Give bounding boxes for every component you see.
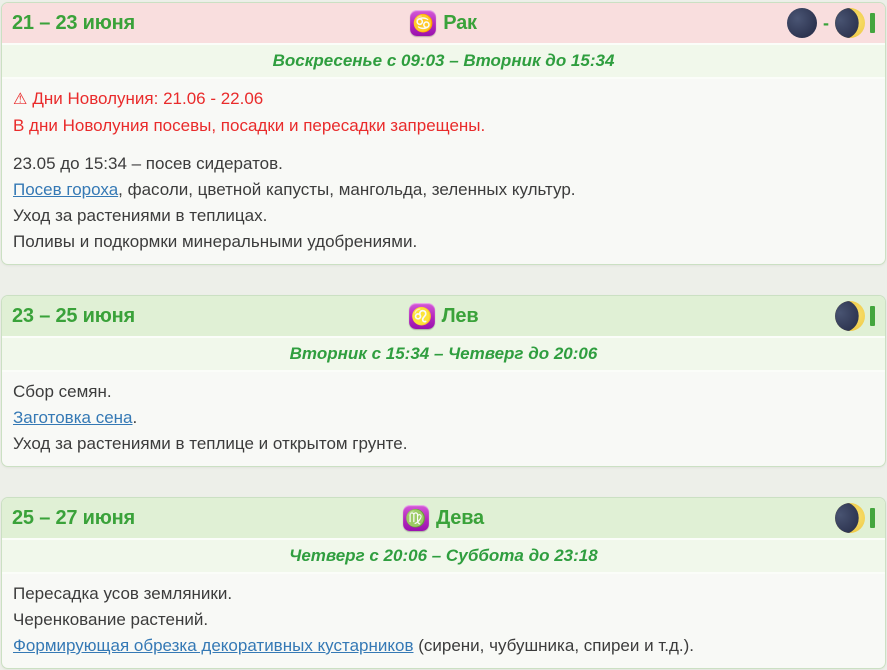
card-body: Сбор семян. Заготовка сена. Уход за растен… [2,372,885,466]
body-text: Уход за растениями в теплицах. [13,206,267,225]
body-line: Уход за растениями в теплице и открытом … [13,431,874,457]
date-range: 25 – 27 июня [12,507,135,530]
moon-phase-group: - [477,8,875,38]
zodiac-name: Рак [443,12,477,35]
card-header: 25 – 27 июня ♍ Дева [2,498,885,538]
zodiac-group: ♍ Дева [403,505,484,531]
calendar-card: 21 – 23 июня ♋ Рак - Воскресенье с 09:03… [1,2,886,265]
body-line: Пересадка усов земляники. [13,581,874,607]
body-text: 23.05 до 15:34 – посев сидератов. [13,154,283,173]
body-line: Формирующая обрезка декоративных кустарн… [13,633,874,659]
warning-icon: ⚠ [13,91,27,108]
body-line: Посев гороха, фасоли, цветной капусты, м… [13,177,874,203]
zodiac-name: Дева [436,507,484,530]
body-text: , фасоли, цветной капусты, мангольда, зе… [118,180,575,199]
lunar-calendar-list: 21 – 23 июня ♋ Рак - Воскресенье с 09:03… [0,0,887,669]
new-moon-icon [787,8,817,38]
body-line: В дни Новолуния посевы, посадки и переса… [13,113,874,139]
period-text: Вторник с 15:34 – Четверг до 20:06 [290,344,598,364]
moon-phase-group [484,503,875,533]
calendar-card: 23 – 25 июня ♌ Лев Вторник с 15:34 – Чет… [1,295,886,467]
calendar-card: 25 – 27 июня ♍ Дева Четверг с 20:06 – Су… [1,497,886,669]
body-line: Уход за растениями в теплицах. [13,203,874,229]
body-link[interactable]: Посев гороха [13,180,118,199]
moon-dash: - [823,13,829,34]
period-text: Четверг с 20:06 – Суббота до 23:18 [289,546,597,566]
body-line: Черенкование растений. [13,607,874,633]
body-line: Сбор семян. [13,379,874,405]
body-link[interactable]: Формирующая обрезка декоративных кустарн… [13,636,414,655]
body-text: (сирени, чубушника, спиреи и т.д.). [414,636,694,655]
phase-indicator-bar [870,13,875,33]
waxing-crescent-icon [835,503,865,533]
period-text: Воскресенье с 09:03 – Вторник до 15:34 [273,51,615,71]
zodiac-group: ♋ Рак [410,10,477,36]
body-text: Уход за растениями в теплице и открытом … [13,434,407,453]
body-line: Заготовка сена. [13,405,874,431]
card-body: Пересадка усов земляники. Черенкование ра… [2,574,885,668]
card-header: 23 – 25 июня ♌ Лев [2,296,885,336]
zodiac-name: Лев [442,305,479,328]
waxing-crescent-icon [835,8,865,38]
body-text: Пересадка усов земляники. [13,584,232,603]
waxing-crescent-icon [835,301,865,331]
body-text: Дни Новолуния: 21.06 - 22.06 [32,89,263,108]
moon-phase-group [478,301,875,331]
body-link[interactable]: Заготовка сена [13,408,133,427]
body-line: ⚠ Дни Новолуния: 21.06 - 22.06 [13,86,874,113]
body-line: Поливы и подкормки минеральными удобрени… [13,229,874,255]
virgo-icon: ♍ [403,505,429,531]
card-body: ⚠ Дни Новолуния: 21.06 - 22.06 В дни Новол… [2,79,885,264]
card-subheader: Вторник с 15:34 – Четверг до 20:06 [2,336,885,372]
zodiac-group: ♌ Лев [409,303,479,329]
card-subheader: Воскресенье с 09:03 – Вторник до 15:34 [2,43,885,79]
body-text: Черенкование растений. [13,610,208,629]
cancer-icon: ♋ [410,10,436,36]
card-header: 21 – 23 июня ♋ Рак - [2,3,885,43]
phase-indicator-bar [870,306,875,326]
date-range: 23 – 25 июня [12,305,135,328]
leo-icon: ♌ [409,303,435,329]
body-line: 23.05 до 15:34 – посев сидератов. [13,151,874,177]
blank-line [13,139,874,151]
body-text: Поливы и подкормки минеральными удобрени… [13,232,417,251]
body-text: . [133,408,138,427]
card-subheader: Четверг с 20:06 – Суббота до 23:18 [2,538,885,574]
body-text: Сбор семян. [13,382,112,401]
date-range: 21 – 23 июня [12,12,135,35]
phase-indicator-bar [870,508,875,528]
body-text: В дни Новолуния посевы, посадки и переса… [13,116,485,135]
